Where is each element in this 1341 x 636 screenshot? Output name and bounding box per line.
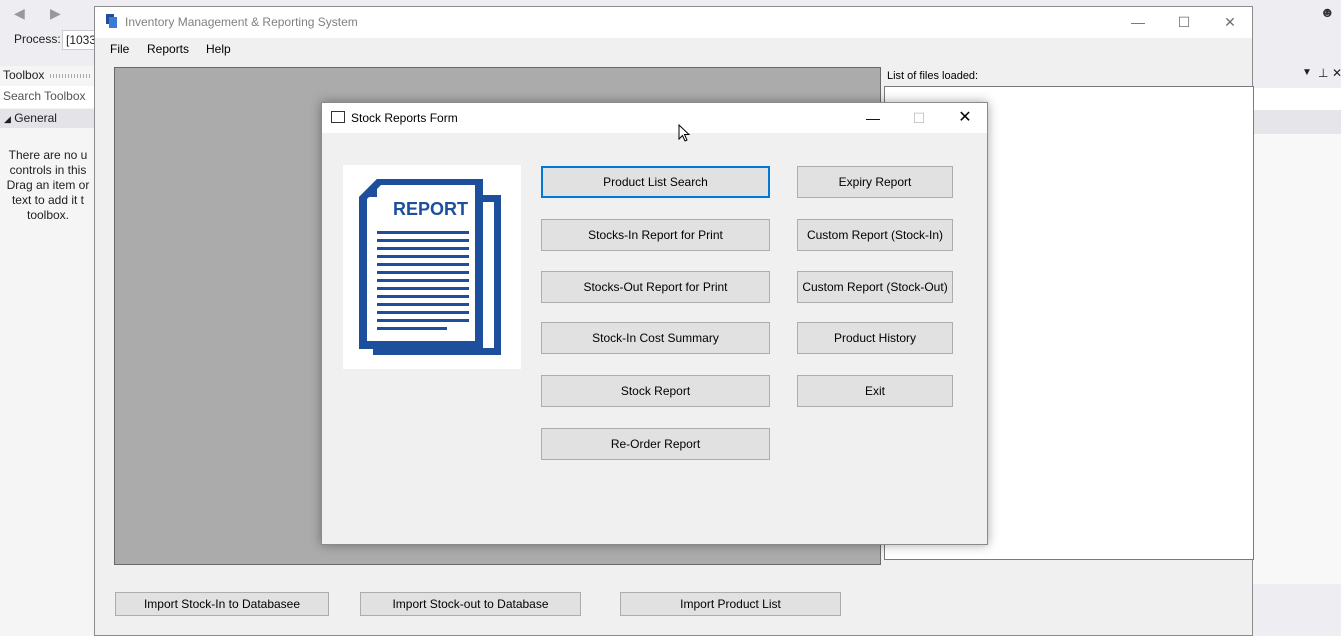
- custom-report-stock-out-button[interactable]: Custom Report (Stock-Out): [797, 271, 953, 303]
- right-panel-body: [1252, 134, 1341, 584]
- stocks-out-report-button[interactable]: Stocks-Out Report for Print: [541, 271, 770, 303]
- dialog-maximize-button: ☐: [912, 110, 926, 126]
- mouse-cursor-icon: [678, 124, 690, 142]
- product-list-search-button[interactable]: Product List Search: [541, 166, 770, 198]
- menu-help[interactable]: Help: [206, 42, 231, 56]
- toolbox-empty-message: There are no u controls in this Drag an …: [0, 148, 96, 223]
- toolbox-group-label: General: [14, 111, 57, 125]
- toolbox-empty-line: text to add it t: [11, 193, 85, 207]
- import-product-list-button[interactable]: Import Product List: [620, 592, 841, 616]
- forward-icon[interactable]: ▶: [50, 5, 61, 22]
- toolbox-group-general[interactable]: ◢ General: [0, 109, 96, 128]
- toolbox-empty-line: toolbox.: [26, 208, 70, 222]
- toolbox-search-input[interactable]: Search Toolbox: [0, 86, 96, 108]
- dialog-close-button[interactable]: ✕: [942, 103, 988, 133]
- collapse-icon: ◢: [4, 114, 11, 124]
- menu-file[interactable]: File: [110, 42, 129, 56]
- main-window-title: Inventory Management & Reporting System: [125, 15, 358, 29]
- main-titlebar: Inventory Management & Reporting System …: [95, 7, 1252, 38]
- minimize-button[interactable]: —: [1115, 7, 1161, 37]
- vs-right-panel: ▼ ⊥ ✕: [1252, 66, 1341, 636]
- import-stock-in-button[interactable]: Import Stock-In to Databasee: [115, 592, 329, 616]
- process-label: Process:: [14, 32, 61, 46]
- import-stock-out-button[interactable]: Import Stock-out to Database: [360, 592, 581, 616]
- product-history-button[interactable]: Product History: [797, 322, 953, 354]
- close-button[interactable]: ✕: [1207, 7, 1253, 37]
- dropdown-icon[interactable]: ▼: [1302, 67, 1312, 78]
- right-panel-row: [1252, 110, 1341, 134]
- dialog-minimize-button[interactable]: —: [850, 103, 896, 133]
- toolbox-panel: Toolbox Search Toolbox ◢ General There a…: [0, 66, 96, 636]
- toolbox-empty-line: Drag an item or: [6, 178, 90, 192]
- stocks-in-report-button[interactable]: Stocks-In Report for Print: [541, 219, 770, 251]
- report-image: REPORT: [343, 165, 521, 369]
- app-icon: [106, 14, 117, 28]
- stock-reports-dialog: Stock Reports Form — ☐ ✕ REPORT Product …: [321, 102, 988, 545]
- toolbox-empty-line: controls in this: [9, 163, 87, 177]
- menu-reports[interactable]: Reports: [147, 42, 189, 56]
- close-icon[interactable]: ✕: [1332, 66, 1341, 80]
- toolbox-empty-line: There are no u: [8, 148, 88, 162]
- dialog-title: Stock Reports Form: [351, 111, 458, 125]
- user-icon[interactable]: ☻: [1320, 4, 1335, 20]
- maximize-button[interactable]: ☐: [1161, 7, 1207, 37]
- back-icon[interactable]: ◀: [14, 5, 25, 22]
- process-bar: Process: [1033: [0, 28, 100, 52]
- exit-button[interactable]: Exit: [797, 375, 953, 407]
- report-image-text: REPORT: [393, 199, 468, 219]
- expiry-report-button[interactable]: Expiry Report: [797, 166, 953, 198]
- toolbox-grip[interactable]: [50, 74, 90, 78]
- right-panel-field: [1252, 88, 1341, 110]
- pin-icon[interactable]: ⊥: [1318, 66, 1328, 80]
- files-loaded-label: List of files loaded:: [887, 70, 979, 82]
- stock-in-cost-summary-button[interactable]: Stock-In Cost Summary: [541, 322, 770, 354]
- dialog-titlebar: Stock Reports Form — ☐ ✕: [322, 103, 987, 133]
- report-document-icon: REPORT: [359, 179, 501, 355]
- form-icon: [331, 111, 345, 123]
- right-panel-header: ▼ ⊥ ✕: [1252, 66, 1341, 84]
- re-order-report-button[interactable]: Re-Order Report: [541, 428, 770, 460]
- menu-bar: File Reports Help: [95, 38, 1252, 60]
- stock-report-button[interactable]: Stock Report: [541, 375, 770, 407]
- custom-report-stock-in-button[interactable]: Custom Report (Stock-In): [797, 219, 953, 251]
